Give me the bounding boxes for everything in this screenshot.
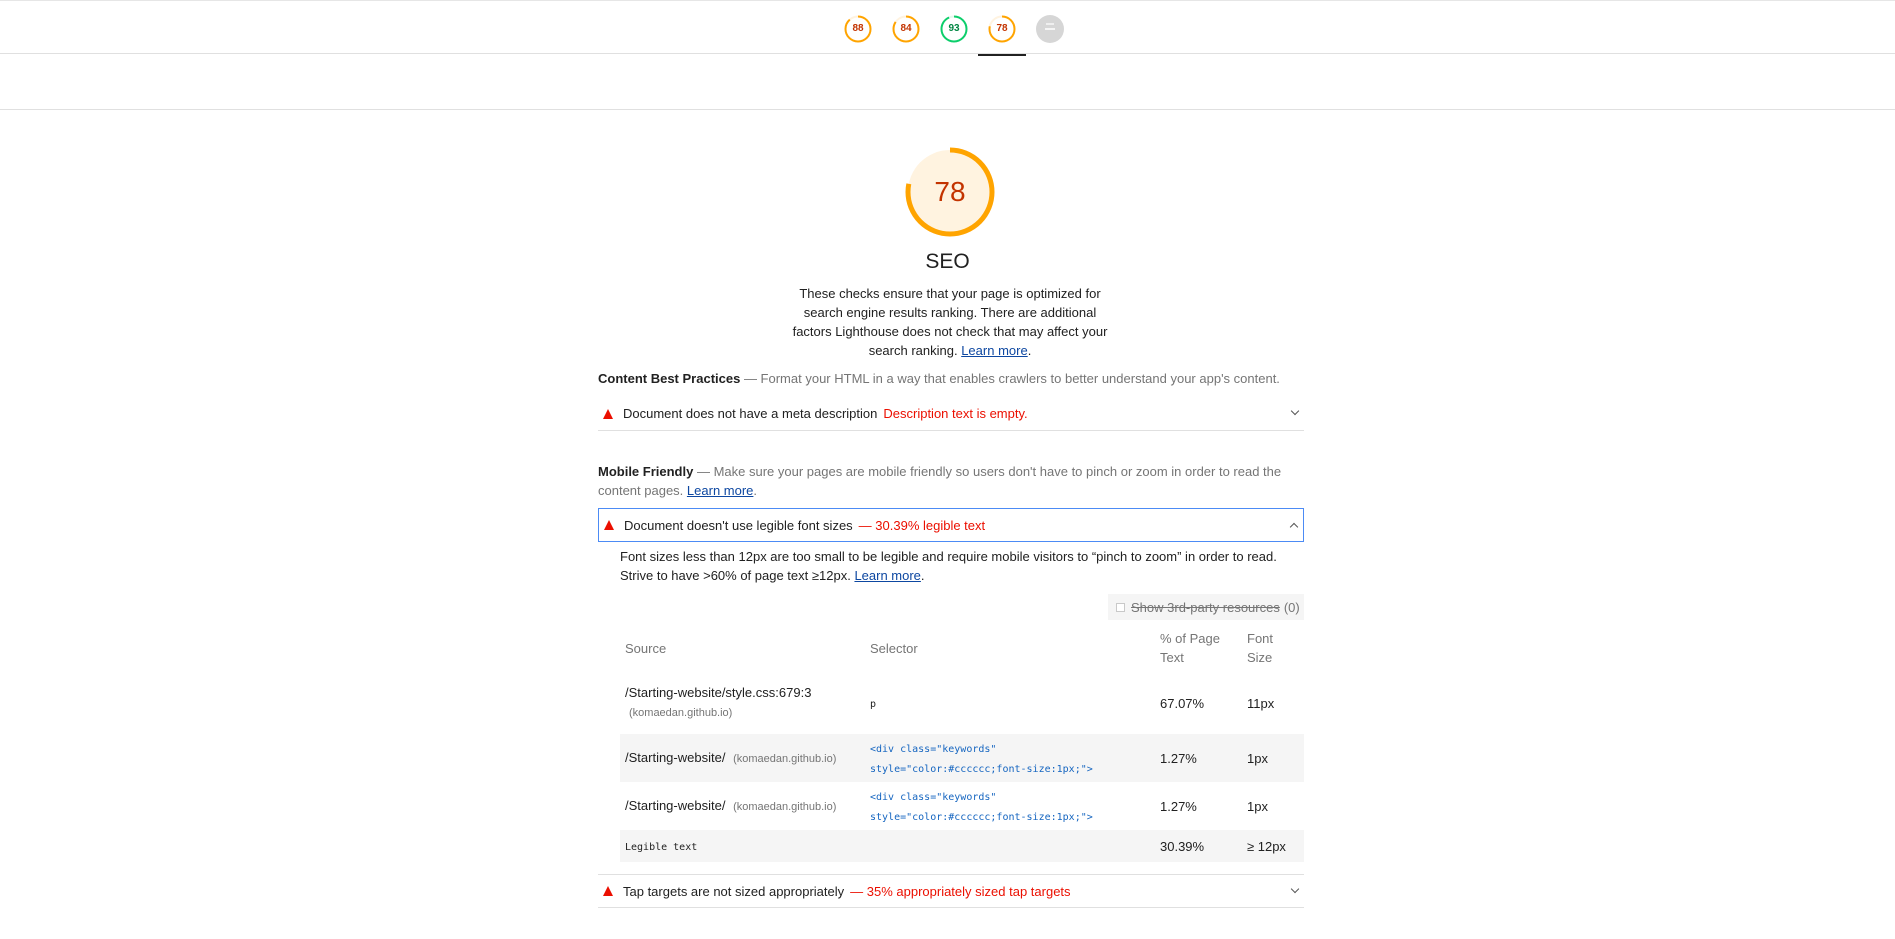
period: . [753, 483, 758, 498]
group-learn-more-link[interactable]: Learn more [687, 483, 753, 498]
score-gauges-nav: 88 84 93 78 [834, 1, 1074, 56]
audit-title: Document doesn't use legible font sizes [624, 517, 853, 533]
third-party-checkbox[interactable] [1116, 602, 1125, 612]
source-host: (komaedan.github.io) [733, 800, 837, 813]
top-header: 88 84 93 78 [0, 0, 1895, 56]
table-row: /Starting-website/ (komaedan.github.io) … [620, 734, 1304, 782]
percent-cell: 1.27% [1155, 734, 1242, 782]
gauge-accessibility[interactable]: 84 [882, 1, 930, 55]
column-header-percent: % of Page Text [1160, 631, 1220, 665]
audit-learn-more-link[interactable]: Learn more [854, 568, 920, 583]
audit-display-value: — 35% appropriately sized tap targets [850, 883, 1071, 899]
selector-code: <div class="keywords" style="color:#cccc… [870, 792, 1093, 823]
audit-display-value: Description text is empty. [883, 406, 1028, 421]
fail-triangle-icon [604, 520, 614, 530]
table-row: /Starting-website/ (komaedan.github.io) … [620, 782, 1304, 830]
table-row: /Starting-website/style.css:679:3 (komae… [620, 672, 1304, 734]
audit-title: Tap targets are not sized appropriately [623, 883, 845, 899]
gauge-score: 88 [852, 23, 864, 34]
legible-text-label: Legible text [625, 842, 698, 853]
chevron-down-icon [1290, 406, 1300, 416]
table-header-row: Source Selector % of Page Text Font Size [620, 624, 1304, 672]
column-header-selector: Selector [870, 640, 918, 656]
period: . [920, 568, 925, 583]
percent-cell: 30.39% [1155, 830, 1242, 862]
gauge-score: 78 [996, 23, 1008, 34]
source-url[interactable]: /Starting-website/ [625, 750, 725, 765]
gauge-score: 93 [948, 23, 960, 34]
third-party-filter[interactable]: Show 3rd-party resources (0) [1108, 594, 1304, 620]
source-host: (komaedan.github.io) [629, 707, 733, 719]
gauge-pwa[interactable] [1026, 1, 1074, 55]
category-description-text: These checks ensure that your page is op… [792, 286, 1108, 358]
group-description: — Format your HTML in a way that enables… [740, 371, 1280, 386]
group-title: Mobile Friendly [598, 464, 694, 479]
category-title: SEO [925, 250, 970, 273]
gauge-seo[interactable]: 78 [978, 1, 1026, 56]
toolbar-strip [0, 54, 1895, 110]
selector-code: p [870, 699, 877, 710]
chevron-up-icon [1289, 522, 1299, 532]
audit-tap-targets[interactable]: Tap targets are not sized appropriately … [598, 874, 1304, 908]
source-url[interactable]: /Starting-website/ [625, 798, 725, 813]
fail-triangle-icon [603, 408, 613, 419]
percent-cell: 1.27% [1160, 798, 1197, 814]
gauge-best-practices[interactable]: 93 [930, 1, 978, 55]
font-size-cell: 11px [1247, 695, 1275, 711]
third-party-count: (0) [1283, 599, 1300, 615]
category-description: These checks ensure that your page is op… [790, 284, 1110, 360]
gauge-score: 84 [900, 23, 912, 34]
category-score-gauge: 78 [905, 147, 995, 237]
selector-code: <div class="keywords" style="color:#cccc… [870, 744, 1093, 775]
font-size-cell: 1px [1247, 798, 1268, 814]
category-score: 78 [934, 176, 966, 207]
audit-font-size[interactable]: Document doesn't use legible font sizes … [598, 508, 1304, 542]
source-url[interactable]: /Starting-website/style.css:679:3 [625, 685, 811, 700]
chevron-down-icon [1290, 884, 1300, 894]
audit-meta-description[interactable]: Document does not have a meta descriptio… [598, 397, 1304, 431]
font-size-cell: ≥ 12px [1242, 830, 1304, 862]
column-header-font-size: Font Size [1247, 631, 1274, 665]
group-content-best-practices: Content Best Practices — Format your HTM… [598, 369, 1304, 388]
third-party-label: Show 3rd-party resources [1131, 599, 1280, 615]
gauge-performance[interactable]: 88 [834, 1, 882, 55]
category-learn-more-link[interactable]: Learn more [961, 343, 1027, 358]
font-size-cell: 1px [1242, 734, 1304, 782]
group-mobile-friendly: Mobile Friendly — Make sure your pages a… [598, 462, 1304, 500]
audit-display-value: — 30.39% legible text [858, 517, 986, 533]
source-host: (komaedan.github.io) [733, 752, 837, 765]
audit-font-size-description: Font sizes less than 12px are too small … [620, 547, 1300, 585]
fail-triangle-icon [603, 886, 613, 896]
audit-description-text: Font sizes less than 12px are too small … [620, 549, 1277, 583]
audit-title: Document does not have a meta descriptio… [623, 406, 878, 421]
percent-cell: 67.07% [1160, 695, 1205, 711]
column-header-source: Source [625, 640, 667, 656]
table-row: Legible text 30.39% ≥ 12px [620, 830, 1304, 862]
period: . [1027, 343, 1032, 358]
group-title: Content Best Practices [598, 371, 741, 386]
pwa-badge-icon [1036, 15, 1064, 43]
font-size-details-table: Source Selector % of Page Text Font Size… [620, 624, 1304, 862]
